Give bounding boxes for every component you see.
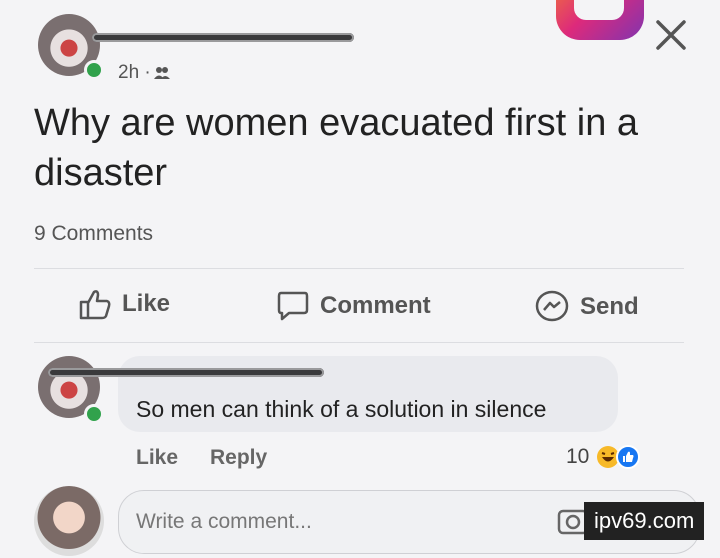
redacted-author-name [92, 33, 354, 42]
comment-button[interactable]: Comment [276, 290, 431, 322]
comment-reactions[interactable]: 10 [566, 444, 641, 470]
thumbs-up-icon [78, 288, 112, 320]
comment-like-link[interactable]: Like [136, 446, 178, 470]
online-status-dot [84, 60, 104, 80]
comment-input-placeholder: Write a comment... [136, 510, 312, 533]
send-label: Send [580, 293, 639, 320]
friends-icon [153, 65, 171, 81]
messenger-icon [534, 290, 570, 324]
like-button[interactable]: Like [78, 288, 170, 320]
divider-top [34, 268, 684, 269]
like-label: Like [122, 290, 171, 317]
like-reaction-icon [615, 444, 641, 470]
post-meta: 2h · [118, 62, 171, 84]
current-user-avatar[interactable] [34, 486, 104, 556]
commenter-online-dot [84, 404, 104, 424]
comment-label: Comment [320, 292, 431, 319]
post-text: Why are women evacuated first in a disas… [34, 102, 639, 194]
divider-bottom [34, 342, 684, 343]
close-icon[interactable] [654, 18, 688, 52]
comment-text: So men can think of a solution in silenc… [136, 396, 547, 422]
watermark: ipv69.com [584, 502, 705, 540]
redacted-commenter-name [48, 368, 324, 377]
send-button[interactable]: Send [534, 290, 639, 324]
comment-bubble-icon [276, 290, 310, 322]
comments-count[interactable]: 9 Comments [34, 222, 153, 246]
instagram-icon [556, 0, 644, 40]
reaction-count: 10 [566, 445, 590, 468]
comment-reply-link[interactable]: Reply [210, 446, 267, 470]
post-timestamp: 2h · [118, 62, 151, 83]
